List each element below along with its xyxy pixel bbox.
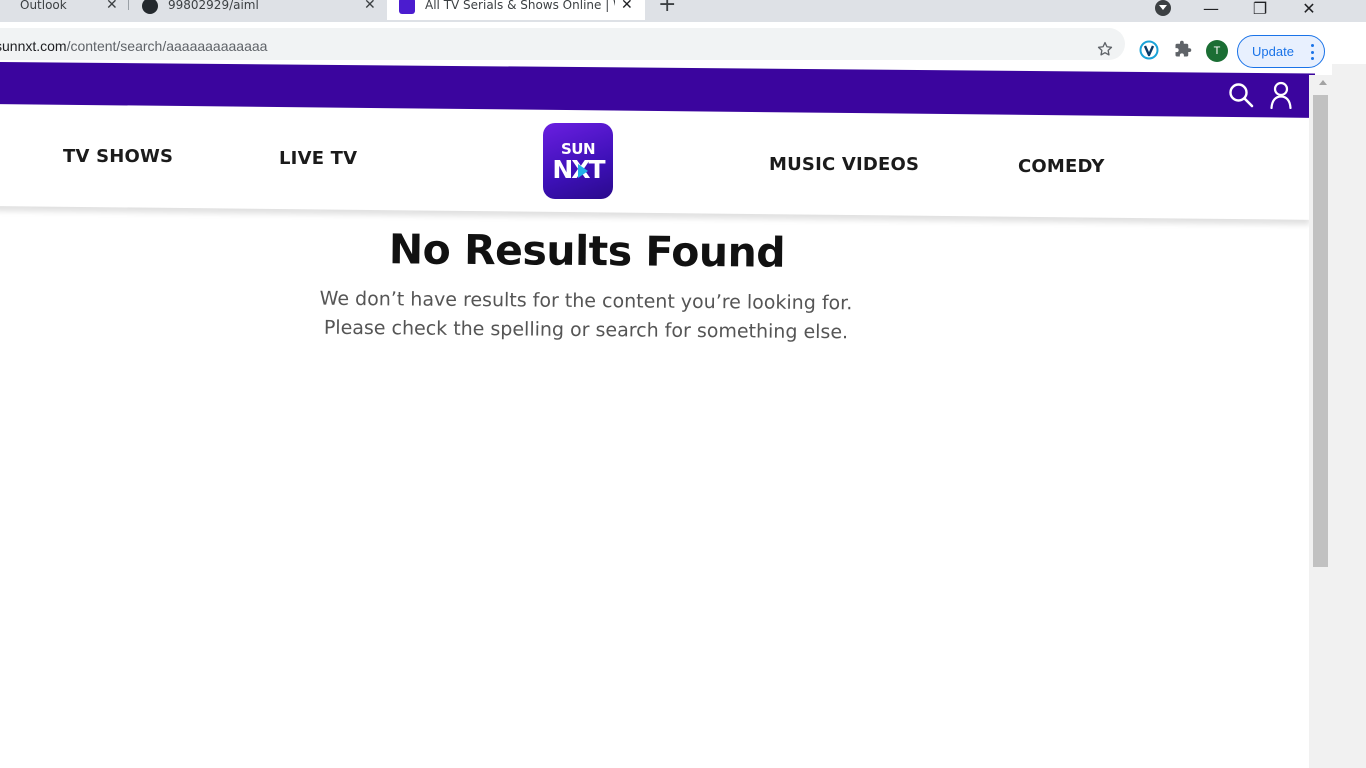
url-host: sunnxt.com bbox=[0, 38, 67, 54]
nav-music-videos[interactable]: MUSIC VIDEOS bbox=[769, 154, 919, 175]
tab-close-icon[interactable]: ✕ bbox=[621, 0, 633, 12]
profile-menu-icon[interactable] bbox=[1155, 0, 1171, 16]
tab-title: 99802929/aiml bbox=[168, 0, 259, 12]
address-bar[interactable]: sunnxt.com/content/search/aaaaaaaaaaaaa bbox=[0, 28, 1125, 60]
nav-tv-shows[interactable]: TV SHOWS bbox=[63, 146, 173, 167]
url-text[interactable]: sunnxt.com/content/search/aaaaaaaaaaaaa bbox=[0, 38, 267, 54]
play-icon bbox=[578, 164, 589, 178]
tab-separator bbox=[128, 0, 129, 10]
main-nav bbox=[0, 104, 1310, 220]
update-label: Update bbox=[1252, 44, 1294, 59]
search-icon[interactable] bbox=[1228, 82, 1254, 108]
no-results-message-line-1: We don’t have results for the content yo… bbox=[319, 287, 853, 315]
profile-avatar[interactable]: T bbox=[1206, 40, 1228, 62]
close-window-button[interactable]: ✕ bbox=[1286, 0, 1332, 18]
minimize-button[interactable]: — bbox=[1188, 0, 1234, 18]
no-results-heading: No Results Found bbox=[388, 225, 786, 277]
sunnxt-favicon-icon bbox=[399, 0, 415, 14]
extensions-puzzle-icon[interactable] bbox=[1174, 40, 1192, 58]
browser-toolbar: sunnxt.com/content/search/aaaaaaaaaaaaa bbox=[0, 22, 1366, 64]
tab-outlook[interactable]: Outlook ✕ bbox=[0, 0, 128, 20]
url-path: /content/search/aaaaaaaaaaaaa bbox=[66, 38, 268, 54]
user-icon[interactable] bbox=[1269, 81, 1293, 109]
tab-close-icon[interactable]: ✕ bbox=[364, 0, 376, 12]
browser-window: Outlook ✕ 99802929/aiml ✕ All TV Serials… bbox=[0, 0, 1366, 768]
no-results-message-line-2: Please check the spelling or search for … bbox=[323, 316, 849, 344]
tab-strip: Outlook ✕ 99802929/aiml ✕ All TV Serials… bbox=[0, 0, 1366, 22]
tab-title: Outlook bbox=[20, 0, 67, 12]
nav-comedy[interactable]: COMEDY bbox=[1018, 156, 1105, 177]
sunnxt-logo[interactable]: SUN NXT bbox=[543, 123, 613, 199]
scroll-up-arrow-icon[interactable] bbox=[1319, 80, 1327, 85]
vpn-extension-icon[interactable] bbox=[1139, 40, 1159, 60]
github-icon bbox=[142, 0, 158, 14]
new-tab-button[interactable]: + bbox=[658, 0, 676, 16]
tab-github[interactable]: 99802929/aiml ✕ bbox=[134, 0, 384, 20]
nav-live-tv[interactable]: LIVE TV bbox=[279, 148, 357, 169]
tab-close-icon[interactable]: ✕ bbox=[106, 0, 118, 12]
more-menu-icon[interactable] bbox=[1310, 44, 1314, 60]
update-button[interactable]: Update bbox=[1237, 35, 1325, 68]
scrollbar-thumb[interactable] bbox=[1313, 95, 1328, 567]
bookmark-star-icon[interactable] bbox=[1096, 40, 1114, 58]
page-gutter bbox=[1332, 64, 1366, 768]
logo-text-bottom: NXT bbox=[552, 157, 605, 183]
tab-sunnxt[interactable]: All TV Serials & Shows Online | W ✕ bbox=[387, 0, 645, 20]
restore-button[interactable]: ❐ bbox=[1237, 0, 1283, 18]
tab-title: All TV Serials & Shows Online | W bbox=[425, 0, 615, 12]
